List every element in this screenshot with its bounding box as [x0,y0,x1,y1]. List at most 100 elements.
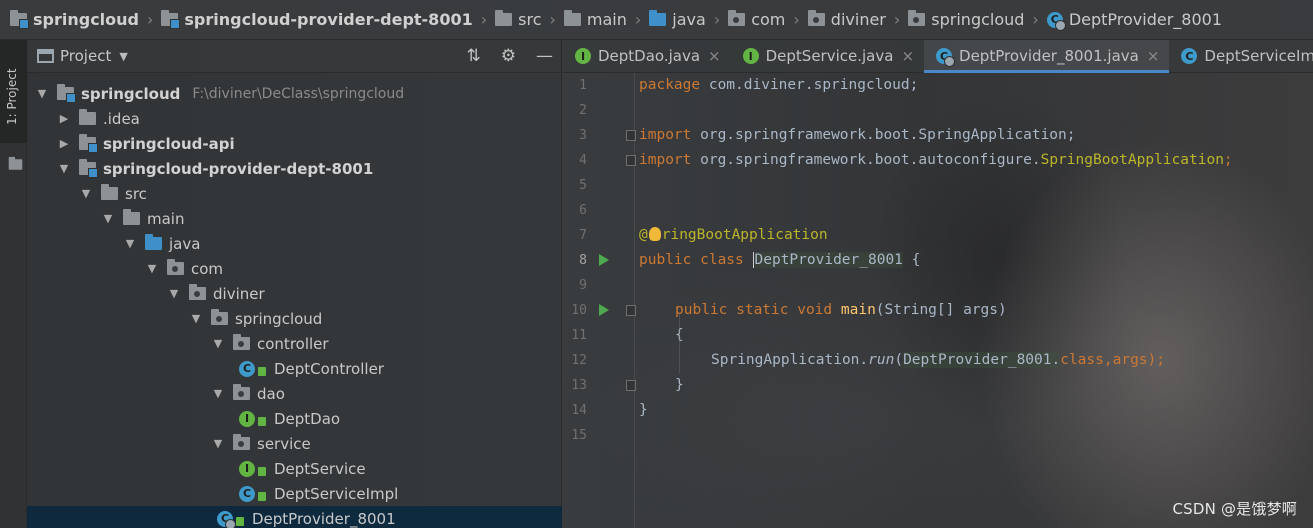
chevron-down-icon[interactable]: ▼ [55,162,73,175]
tree-item[interactable]: ▼ main [27,206,562,231]
tree-item-icon: C [239,485,255,502]
chevron-down-icon[interactable]: ▼ [121,237,139,250]
module-folder-icon [57,84,76,103]
tree-item[interactable]: C DeptProvider_8001 [27,506,562,528]
package-icon [167,259,184,275]
tree-item[interactable]: C DeptServiceImpl [27,481,562,506]
tree-item[interactable]: ▼ com [27,256,562,281]
line-number: 8 [579,253,587,268]
chevron-down-icon[interactable]: ▼ [209,337,227,350]
tree-item-icon [101,184,118,200]
code-line-7: @ ringBootApplication [639,223,828,248]
tree-item[interactable]: ▼ springcloud-provider-dept-8001 [27,156,562,181]
fold-marker-icon[interactable] [626,155,636,166]
code-line-4: import org.springframework.boot.autoconf… [639,148,1233,173]
breadcrumb-item[interactable]: src [495,10,541,29]
chevron-right-icon[interactable]: ▶ [55,137,73,150]
folder-icon [495,10,513,26]
chevron-down-icon[interactable]: ▼ [187,312,205,325]
folder-icon [123,209,140,225]
gear-icon[interactable]: ⚙ [501,46,516,66]
breadcrumb-item[interactable]: C DeptProvider_8001 [1046,10,1223,31]
code-text: DeptProvider_8001. [903,352,1061,368]
fold-marker-icon[interactable] [626,380,636,391]
chevron-down-icon[interactable]: ▼ [209,437,227,450]
lightbulb-icon[interactable] [648,227,661,241]
breadcrumb-separator-icon: › [893,10,901,29]
breadcrumb-item[interactable]: main [563,10,627,29]
chevron-down-icon[interactable]: ▼ [209,387,227,400]
tree-item[interactable]: ▶ .idea [27,106,562,131]
line-number: 5 [579,178,587,193]
tree-item[interactable]: I DeptDao [27,406,562,431]
code-line-14: } [639,398,648,423]
folder-icon [563,10,581,26]
chevron-down-icon[interactable]: ▼ [165,287,183,300]
editor-tab[interactable]: I DeptService.java × [731,40,924,72]
tree-item[interactable]: ▼ springcloud F:\diviner\DeClass\springclo… [27,81,562,106]
access-lock-icon [258,367,266,376]
collapse-all-icon[interactable]: ⇅ [467,46,481,66]
tree-item-label: controller [257,334,329,353]
package-icon [233,334,250,350]
project-tool-window-tab[interactable]: 1: Project [0,40,27,143]
tree-item[interactable]: I DeptService [27,456,562,481]
keyword: public static void [675,302,833,318]
breadcrumb-label: DeptProvider_8001 [1068,10,1223,29]
tree-item[interactable]: ▼ springcloud [27,306,562,331]
tree-item[interactable]: ▼ controller [27,331,562,356]
keyword: class [1060,352,1104,368]
tree-item[interactable]: C DeptController [27,356,562,381]
indent-guide [679,313,680,373]
tree-item[interactable]: ▼ java [27,231,562,256]
project-view-selector[interactable]: Project [60,47,111,65]
line-number: 15 [571,428,587,443]
spring-boot-class-icon: C [936,48,956,67]
breadcrumb-item[interactable]: springcloud [908,10,1024,29]
close-icon[interactable]: × [708,47,721,65]
breadcrumb-item[interactable]: springcloud [10,10,139,29]
chevron-down-icon[interactable]: ▼ [77,187,95,200]
project-view-icon [37,49,54,63]
tree-item-icon [79,159,98,178]
run-icon[interactable] [599,304,609,316]
structure-folder-icon[interactable] [8,156,23,170]
fold-marker-icon[interactable] [626,305,636,316]
chevron-down-icon[interactable]: ▼ [119,50,127,63]
tree-item-label: com [191,259,224,278]
tree-item-icon [233,334,250,350]
interface-icon: I [742,48,759,64]
tree-item[interactable]: ▼ dao [27,381,562,406]
editor-tab[interactable]: C DeptProvider_8001.java × [924,40,1170,73]
breadcrumb-item[interactable]: java [649,10,706,29]
breadcrumb-item[interactable]: diviner [807,10,886,29]
fold-marker-icon[interactable] [626,130,636,141]
chevron-down-icon[interactable]: ▼ [99,212,117,225]
tree-item[interactable]: ▶ springcloud-api [27,131,562,156]
editor-tab[interactable]: C DeptServiceImpl.java [1169,40,1313,72]
breadcrumb-item[interactable]: springcloud-provider-dept-8001 [161,10,473,29]
package-icon [728,10,746,26]
tree-item-label: main [147,209,185,228]
chevron-down-icon[interactable]: ▼ [33,87,51,100]
tree-item[interactable]: ▼ diviner [27,281,562,306]
tree-item-icon [233,384,250,400]
panel-toolbar: ⇅ ⚙ — [467,46,554,66]
minimize-icon[interactable]: — [536,46,553,66]
editor-tab[interactable]: I DeptDao.java × [563,40,731,72]
close-icon[interactable]: × [901,47,914,65]
close-icon[interactable]: × [1147,47,1160,65]
code-line-13: } [675,373,684,398]
method-name: main [840,302,876,318]
annotation-text: ringBootApplication [661,227,828,243]
breadcrumb-item[interactable]: com [728,10,785,29]
tree-item-label: springcloud-provider-dept-8001 [103,159,374,178]
chevron-right-icon[interactable]: ▶ [55,112,73,125]
code-text: SpringApplication. [711,352,869,368]
code-text: { [902,252,921,268]
run-icon[interactable] [599,254,609,266]
tree-item[interactable]: ▼ service [27,431,562,456]
tree-item[interactable]: ▼ src [27,181,562,206]
tree-item-label: .idea [103,109,140,128]
chevron-down-icon[interactable]: ▼ [143,262,161,275]
